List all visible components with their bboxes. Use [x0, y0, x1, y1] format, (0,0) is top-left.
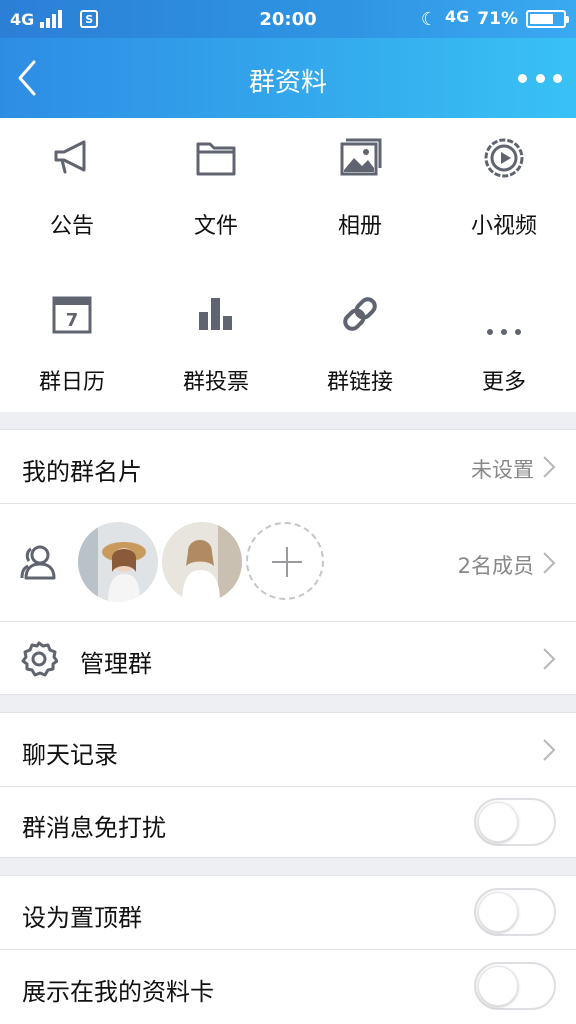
grid-item-more[interactable]: 更多	[432, 274, 576, 404]
pin-top-row: 设为置顶群	[0, 875, 576, 949]
chat-history-row[interactable]: 聊天记录	[0, 712, 576, 786]
more-options-button[interactable]	[518, 66, 562, 90]
chevron-right-icon	[543, 648, 556, 670]
link-icon	[343, 297, 377, 331]
toggle-knob	[478, 802, 518, 842]
video-icon	[484, 138, 524, 178]
pin-top-toggle[interactable]	[474, 888, 556, 936]
grid-item-album[interactable]: 相册	[288, 118, 432, 248]
row-label: 管理群	[80, 650, 152, 678]
mute-row: 群消息免打扰	[0, 786, 576, 858]
toggle-knob	[478, 966, 518, 1006]
grid-item-label: 文件	[193, 214, 238, 239]
avatar-image	[162, 522, 242, 602]
grid-item-label: 更多	[481, 370, 526, 395]
more-dots-icon	[487, 329, 521, 335]
grid-item-calendar[interactable]: 7 群日历	[0, 274, 144, 404]
grid-item-label: 群链接	[326, 370, 393, 395]
toggle-knob	[478, 892, 518, 932]
row-value: 未设置	[471, 458, 534, 482]
grid-item-label: 相册	[337, 214, 382, 239]
chevron-right-icon	[543, 552, 556, 574]
grid-item-announcement[interactable]: 公告	[0, 118, 144, 248]
row-label: 聊天记录	[22, 741, 118, 769]
grid-item-vote[interactable]: 群投票	[144, 274, 288, 404]
megaphone-icon	[54, 140, 86, 174]
status-bar: 4G S 20:00 ☾ 4G 71%	[0, 0, 576, 38]
show-on-card-row: 展示在我的资料卡	[0, 949, 576, 1024]
chevron-right-icon	[543, 456, 556, 478]
members-icon	[20, 545, 56, 580]
network-type-2: 4G	[445, 7, 470, 26]
folder-icon	[196, 142, 236, 176]
grid-item-label: 小视频	[470, 214, 537, 239]
member-avatar[interactable]	[78, 522, 158, 602]
mute-toggle[interactable]	[474, 798, 556, 846]
my-group-card-row[interactable]: 我的群名片 未设置	[0, 429, 576, 503]
calendar-icon: 7	[52, 296, 92, 334]
title-bar: 群资料	[0, 38, 576, 118]
avatar-image	[78, 522, 158, 602]
gear-icon	[21, 641, 58, 677]
manage-group-row[interactable]: 管理群	[0, 621, 576, 695]
row-label: 设为置顶群	[22, 904, 142, 932]
row-label: 我的群名片	[22, 458, 142, 486]
battery-icon	[526, 10, 569, 28]
photo-album-icon	[340, 138, 382, 176]
grid-item-label: 公告	[49, 214, 94, 239]
members-row[interactable]: 2名成员	[0, 503, 576, 621]
member-count: 2名成员	[457, 554, 534, 578]
svg-text:7: 7	[66, 310, 79, 331]
grid-item-label: 群日历	[38, 370, 105, 395]
grid-item-files[interactable]: 文件	[144, 118, 288, 248]
page-title: 群资料	[248, 68, 327, 98]
grid-item-video[interactable]: 小视频	[432, 118, 576, 248]
feature-grid: 公告 文件 相册 小视频 7 群日历 群投票 群链接 更多	[0, 118, 576, 412]
status-right: ☾ 4G 71%	[420, 0, 569, 38]
grid-item-link[interactable]: 群链接	[288, 274, 432, 404]
moon-icon: ☾	[420, 8, 438, 30]
add-member-button[interactable]	[246, 522, 324, 600]
bar-chart-icon	[199, 298, 232, 330]
chevron-right-icon	[543, 739, 556, 761]
row-label: 展示在我的资料卡	[22, 978, 214, 1006]
member-avatar[interactable]	[162, 522, 242, 602]
grid-item-label: 群投票	[182, 370, 249, 395]
battery-percent: 71%	[477, 9, 518, 29]
show-on-card-toggle[interactable]	[474, 962, 556, 1010]
row-label: 群消息免打扰	[22, 814, 166, 842]
